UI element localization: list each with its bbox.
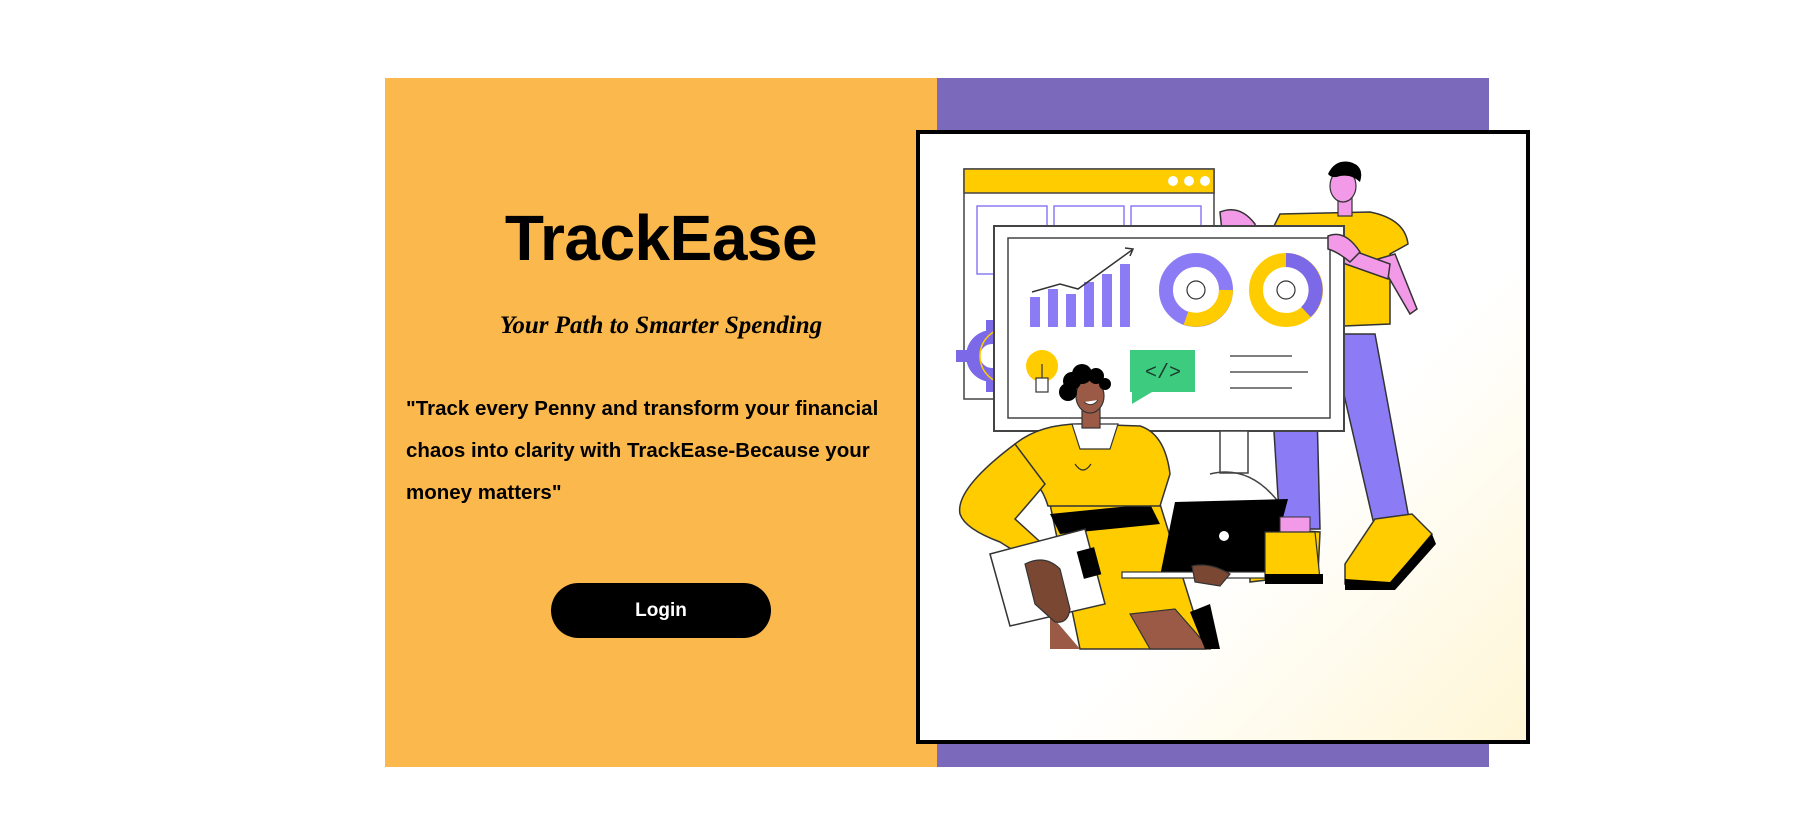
- hero-illustration: </>: [916, 130, 1530, 744]
- tagline: Your Path to Smarter Spending: [499, 312, 823, 339]
- analytics-team-illustration: </>: [956, 161, 1436, 650]
- left-panel: TrackEase Your Path to Smarter Spending …: [385, 78, 937, 767]
- hero-quote: "Track every Penny and transform your fi…: [406, 388, 926, 514]
- hero-quote-line-1: "Track every Penny and transform your fi…: [406, 397, 879, 420]
- hero-card: TrackEase Your Path to Smarter Spending …: [385, 78, 1530, 767]
- brand-title: TrackEase: [504, 202, 818, 274]
- code-label: </>: [1145, 362, 1181, 385]
- hero-quote-line-3: money matters": [406, 481, 562, 504]
- landing-page: TrackEase Your Path to Smarter Spending …: [0, 0, 1805, 822]
- hero-quote-line-2: chaos into clarity with TrackEase-Becaus…: [406, 439, 870, 462]
- login-button[interactable]: Login: [551, 583, 771, 638]
